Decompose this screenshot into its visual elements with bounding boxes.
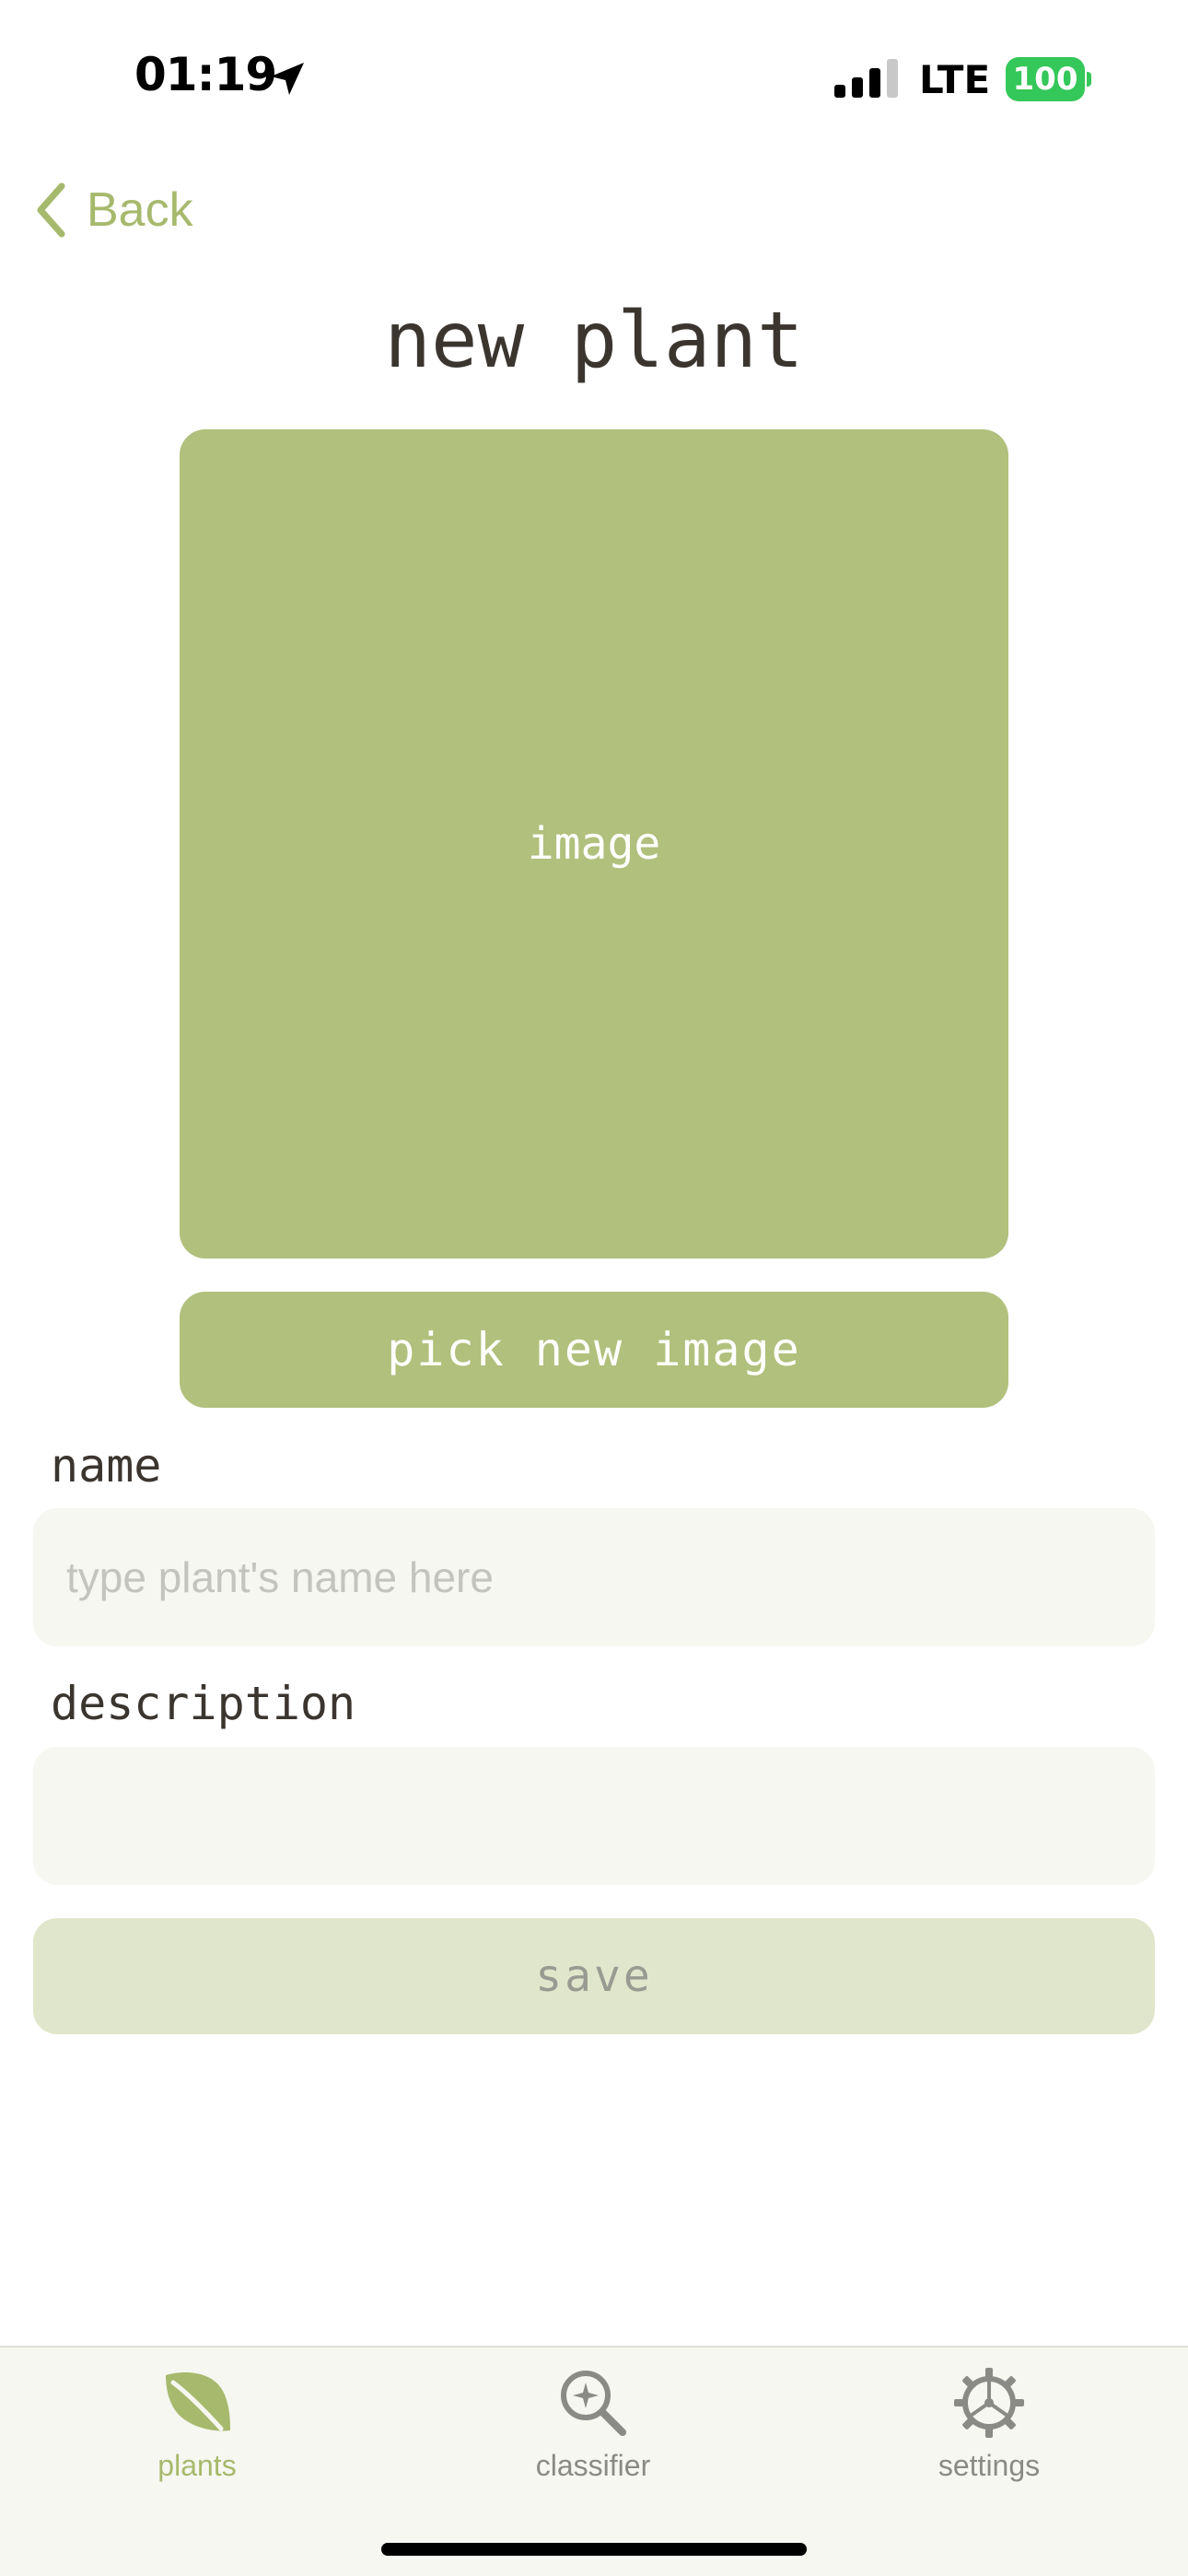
status-bar: 01:19 LTE 100 <box>0 0 1188 157</box>
description-label: description <box>51 1677 356 1730</box>
home-indicator <box>381 2543 807 2556</box>
back-label: Back <box>87 183 193 237</box>
save-button[interactable]: save <box>33 1918 1155 2034</box>
description-input[interactable] <box>33 1747 1155 1885</box>
image-placeholder-label: image <box>527 818 661 870</box>
leaf-icon <box>166 2371 230 2431</box>
gear-icon <box>954 2368 1024 2438</box>
tab-bar: plants classifier settings <box>0 2346 1188 2576</box>
back-button[interactable]: Back <box>33 175 193 245</box>
magnifier-sparkle-icon <box>561 2371 626 2436</box>
tab-classifier-label: classifier <box>535 2449 651 2482</box>
tab-plants-label: plants <box>157 2449 237 2482</box>
status-time: 01:19 <box>134 48 277 101</box>
tab-settings[interactable]: settings <box>869 2366 1109 2495</box>
pick-new-image-button[interactable]: pick new image <box>180 1292 1008 1408</box>
location-arrow-icon <box>271 63 304 95</box>
tab-settings-label: settings <box>938 2449 1041 2482</box>
network-type-label: LTE <box>919 57 991 102</box>
plant-image-placeholder[interactable]: image <box>180 429 1008 1259</box>
battery-nub <box>1087 72 1091 87</box>
name-input[interactable] <box>33 1508 1155 1646</box>
battery-indicator: 100 <box>1006 57 1085 101</box>
tab-plants[interactable]: plants <box>77 2366 317 2495</box>
chevron-left-icon <box>37 182 65 238</box>
tab-classifier[interactable]: classifier <box>473 2366 713 2495</box>
cellular-signal-icon <box>834 59 898 98</box>
name-label: name <box>51 1439 162 1493</box>
page-title: new plant <box>384 295 804 385</box>
